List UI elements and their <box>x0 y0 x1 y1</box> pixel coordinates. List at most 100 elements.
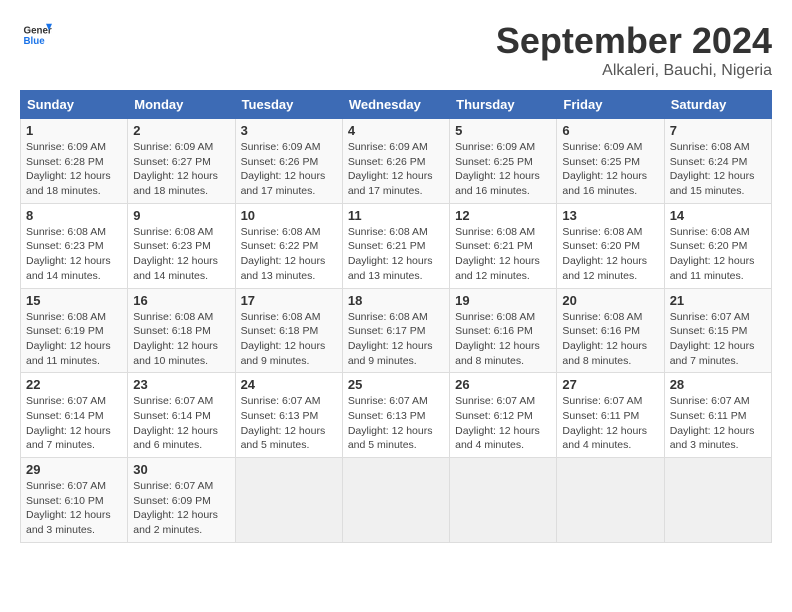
day-number: 12 <box>455 208 551 223</box>
day-info: Sunrise: 6:08 AMSunset: 6:19 PMDaylight:… <box>26 310 122 369</box>
day-number: 29 <box>26 462 122 477</box>
day-number: 18 <box>348 293 444 308</box>
day-info: Sunrise: 6:08 AMSunset: 6:16 PMDaylight:… <box>455 310 551 369</box>
calendar-cell: 6Sunrise: 6:09 AMSunset: 6:25 PMDaylight… <box>557 119 664 204</box>
calendar-cell: 21Sunrise: 6:07 AMSunset: 6:15 PMDayligh… <box>664 288 771 373</box>
day-info: Sunrise: 6:07 AMSunset: 6:10 PMDaylight:… <box>26 479 122 538</box>
calendar-week-row: 8 Sunrise: 6:08 AMSunset: 6:23 PMDaylight… <box>21 203 772 288</box>
day-number: 30 <box>133 462 229 477</box>
day-info: Sunrise: 6:07 AMSunset: 6:14 PMDaylight:… <box>26 394 122 453</box>
day-info: Sunrise: 6:09 AMSunset: 6:26 PMDaylight:… <box>241 140 337 199</box>
weekday-header-tuesday: Tuesday <box>235 91 342 119</box>
day-number: 7 <box>670 123 766 138</box>
day-info: Sunrise: 6:09 AMSunset: 6:26 PMDaylight:… <box>348 140 444 199</box>
day-info: Sunrise: 6:08 AMSunset: 6:18 PMDaylight:… <box>241 310 337 369</box>
calendar-cell: 30Sunrise: 6:07 AMSunset: 6:09 PMDayligh… <box>128 458 235 543</box>
day-info: Sunrise: 6:07 AMSunset: 6:12 PMDaylight:… <box>455 394 551 453</box>
location-subtitle: Alkaleri, Bauchi, Nigeria <box>496 62 772 80</box>
day-number: 23 <box>133 377 229 392</box>
calendar-cell: 5 Sunrise: 6:09 AMSunset: 6:25 PMDaylight… <box>450 119 557 204</box>
calendar-cell: 19Sunrise: 6:08 AMSunset: 6:16 PMDayligh… <box>450 288 557 373</box>
day-info: Sunrise: 6:08 AMSunset: 6:23 PMDaylight:… <box>26 225 122 284</box>
calendar-cell: 29 Sunrise: 6:07 AMSunset: 6:10 PMDayligh… <box>21 458 128 543</box>
day-number: 9 <box>133 208 229 223</box>
calendar-week-row: 29 Sunrise: 6:07 AMSunset: 6:10 PMDayligh… <box>21 458 772 543</box>
weekday-header-sunday: Sunday <box>21 91 128 119</box>
calendar-week-row: 1 Sunrise: 6:09 AMSunset: 6:28 PMDaylight… <box>21 119 772 204</box>
day-info: Sunrise: 6:07 AMSunset: 6:14 PMDaylight:… <box>133 394 229 453</box>
day-number: 11 <box>348 208 444 223</box>
day-number: 5 <box>455 123 551 138</box>
calendar-cell: 20 Sunrise: 6:08 AMSunset: 6:16 PMDayligh… <box>557 288 664 373</box>
calendar-cell: 9 Sunrise: 6:08 AMSunset: 6:23 PMDaylight… <box>128 203 235 288</box>
logo: General Blue <box>20 20 52 55</box>
day-number: 25 <box>348 377 444 392</box>
day-info: Sunrise: 6:07 AMSunset: 6:11 PMDaylight:… <box>670 394 766 453</box>
day-number: 13 <box>562 208 658 223</box>
day-number: 28 <box>670 377 766 392</box>
calendar-cell: 27Sunrise: 6:07 AMSunset: 6:11 PMDayligh… <box>557 373 664 458</box>
calendar-cell: 26Sunrise: 6:07 AMSunset: 6:12 PMDayligh… <box>450 373 557 458</box>
weekday-header-thursday: Thursday <box>450 91 557 119</box>
calendar-cell: 15 Sunrise: 6:08 AMSunset: 6:19 PMDayligh… <box>21 288 128 373</box>
day-info: Sunrise: 6:08 AMSunset: 6:22 PMDaylight:… <box>241 225 337 284</box>
calendar-cell <box>235 458 342 543</box>
day-info: Sunrise: 6:07 AMSunset: 6:13 PMDaylight:… <box>348 394 444 453</box>
svg-text:Blue: Blue <box>24 36 46 47</box>
day-number: 8 <box>26 208 122 223</box>
weekday-header-row: SundayMondayTuesdayWednesdayThursdayFrid… <box>21 91 772 119</box>
month-title: September 2024 <box>496 20 772 62</box>
calendar-cell: 18 Sunrise: 6:08 AMSunset: 6:17 PMDayligh… <box>342 288 449 373</box>
calendar-cell <box>557 458 664 543</box>
calendar-cell: 7Sunrise: 6:08 AMSunset: 6:24 PMDaylight… <box>664 119 771 204</box>
calendar-cell: 16 Sunrise: 6:08 AMSunset: 6:18 PMDayligh… <box>128 288 235 373</box>
calendar-week-row: 15 Sunrise: 6:08 AMSunset: 6:19 PMDayligh… <box>21 288 772 373</box>
calendar-cell: 24 Sunrise: 6:07 AMSunset: 6:13 PMDayligh… <box>235 373 342 458</box>
calendar-week-row: 22 Sunrise: 6:07 AMSunset: 6:14 PMDayligh… <box>21 373 772 458</box>
day-info: Sunrise: 6:08 AMSunset: 6:17 PMDaylight:… <box>348 310 444 369</box>
day-number: 3 <box>241 123 337 138</box>
day-info: Sunrise: 6:09 AMSunset: 6:28 PMDaylight:… <box>26 140 122 199</box>
day-number: 21 <box>670 293 766 308</box>
calendar-cell: 8 Sunrise: 6:08 AMSunset: 6:23 PMDaylight… <box>21 203 128 288</box>
day-info: Sunrise: 6:09 AMSunset: 6:25 PMDaylight:… <box>562 140 658 199</box>
calendar-cell <box>342 458 449 543</box>
day-info: Sunrise: 6:09 AMSunset: 6:25 PMDaylight:… <box>455 140 551 199</box>
calendar-cell: 28 Sunrise: 6:07 AMSunset: 6:11 PMDayligh… <box>664 373 771 458</box>
calendar-cell: 14 Sunrise: 6:08 AMSunset: 6:20 PMDayligh… <box>664 203 771 288</box>
day-number: 22 <box>26 377 122 392</box>
day-number: 17 <box>241 293 337 308</box>
day-info: Sunrise: 6:08 AMSunset: 6:16 PMDaylight:… <box>562 310 658 369</box>
day-number: 27 <box>562 377 658 392</box>
day-number: 16 <box>133 293 229 308</box>
weekday-header-friday: Friday <box>557 91 664 119</box>
weekday-header-saturday: Saturday <box>664 91 771 119</box>
calendar-cell: 23 Sunrise: 6:07 AMSunset: 6:14 PMDayligh… <box>128 373 235 458</box>
day-number: 14 <box>670 208 766 223</box>
calendar-cell: 3 Sunrise: 6:09 AMSunset: 6:26 PMDaylight… <box>235 119 342 204</box>
day-number: 2 <box>133 123 229 138</box>
day-info: Sunrise: 6:09 AMSunset: 6:27 PMDaylight:… <box>133 140 229 199</box>
calendar-cell: 17 Sunrise: 6:08 AMSunset: 6:18 PMDayligh… <box>235 288 342 373</box>
day-info: Sunrise: 6:08 AMSunset: 6:20 PMDaylight:… <box>670 225 766 284</box>
day-number: 1 <box>26 123 122 138</box>
day-number: 15 <box>26 293 122 308</box>
day-info: Sunrise: 6:07 AMSunset: 6:13 PMDaylight:… <box>241 394 337 453</box>
day-number: 20 <box>562 293 658 308</box>
calendar-cell: 25 Sunrise: 6:07 AMSunset: 6:13 PMDayligh… <box>342 373 449 458</box>
calendar-cell: 22 Sunrise: 6:07 AMSunset: 6:14 PMDayligh… <box>21 373 128 458</box>
calendar-cell: 11 Sunrise: 6:08 AMSunset: 6:21 PMDayligh… <box>342 203 449 288</box>
day-number: 4 <box>348 123 444 138</box>
calendar-cell <box>450 458 557 543</box>
day-number: 24 <box>241 377 337 392</box>
calendar-cell: 10Sunrise: 6:08 AMSunset: 6:22 PMDayligh… <box>235 203 342 288</box>
title-block: September 2024 Alkaleri, Bauchi, Nigeria <box>496 20 772 80</box>
day-info: Sunrise: 6:08 AMSunset: 6:20 PMDaylight:… <box>562 225 658 284</box>
day-info: Sunrise: 6:08 AMSunset: 6:21 PMDaylight:… <box>348 225 444 284</box>
day-info: Sunrise: 6:08 AMSunset: 6:21 PMDaylight:… <box>455 225 551 284</box>
logo-icon: General Blue <box>22 20 52 50</box>
day-info: Sunrise: 6:08 AMSunset: 6:23 PMDaylight:… <box>133 225 229 284</box>
day-info: Sunrise: 6:08 AMSunset: 6:18 PMDaylight:… <box>133 310 229 369</box>
weekday-header-wednesday: Wednesday <box>342 91 449 119</box>
calendar-cell: 12 Sunrise: 6:08 AMSunset: 6:21 PMDayligh… <box>450 203 557 288</box>
